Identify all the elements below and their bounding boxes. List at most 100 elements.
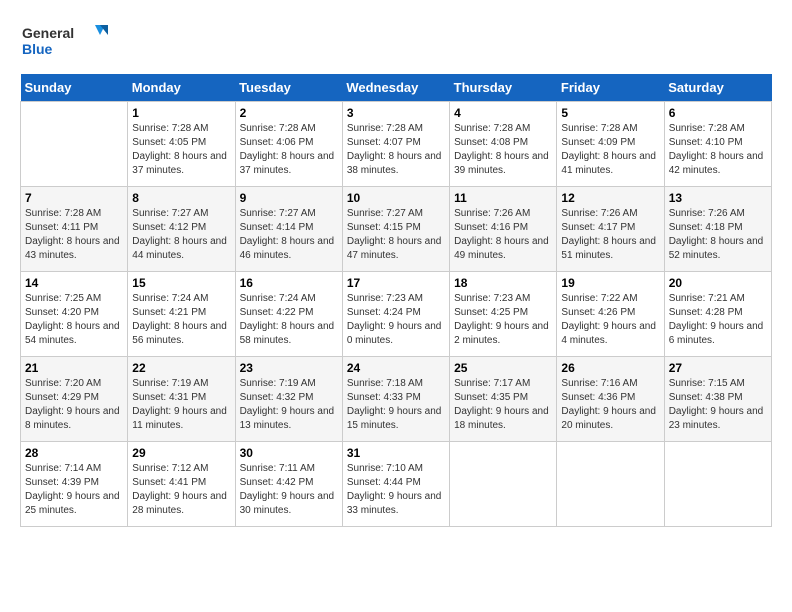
day-info: Sunrise: 7:15 AMSunset: 4:38 PMDaylight:…	[669, 377, 767, 433]
day-cell: 8 Sunrise: 7:27 AMSunset: 4:12 PMDaylight…	[128, 187, 235, 272]
day-info: Sunrise: 7:28 AMSunset: 4:05 PMDaylight:…	[132, 122, 230, 178]
day-number: 2	[240, 106, 338, 120]
header-row: SundayMondayTuesdayWednesdayThursdayFrid…	[21, 74, 772, 102]
day-info: Sunrise: 7:10 AMSunset: 4:44 PMDaylight:…	[347, 462, 445, 518]
day-info: Sunrise: 7:28 AMSunset: 4:09 PMDaylight:…	[561, 122, 659, 178]
day-cell: 20 Sunrise: 7:21 AMSunset: 4:28 PMDayligh…	[664, 272, 771, 357]
day-info: Sunrise: 7:14 AMSunset: 4:39 PMDaylight:…	[25, 462, 123, 518]
day-info: Sunrise: 7:28 AMSunset: 4:06 PMDaylight:…	[240, 122, 338, 178]
day-number: 13	[669, 191, 767, 205]
day-cell: 16 Sunrise: 7:24 AMSunset: 4:22 PMDayligh…	[235, 272, 342, 357]
day-cell: 1 Sunrise: 7:28 AMSunset: 4:05 PMDaylight…	[128, 102, 235, 187]
day-cell	[557, 442, 664, 527]
day-number: 26	[561, 361, 659, 375]
day-cell	[450, 442, 557, 527]
day-number: 19	[561, 276, 659, 290]
day-info: Sunrise: 7:24 AMSunset: 4:22 PMDaylight:…	[240, 292, 338, 348]
logo: General Blue	[20, 20, 110, 64]
day-cell: 12 Sunrise: 7:26 AMSunset: 4:17 PMDayligh…	[557, 187, 664, 272]
day-info: Sunrise: 7:23 AMSunset: 4:24 PMDaylight:…	[347, 292, 445, 348]
day-cell: 29 Sunrise: 7:12 AMSunset: 4:41 PMDayligh…	[128, 442, 235, 527]
day-cell: 23Sunrise: 7:19 AMSunset: 4:32 PMDayligh…	[235, 357, 342, 442]
day-cell: 6 Sunrise: 7:28 AMSunset: 4:10 PMDaylight…	[664, 102, 771, 187]
week-row-1: 1 Sunrise: 7:28 AMSunset: 4:05 PMDaylight…	[21, 102, 772, 187]
week-row-3: 14 Sunrise: 7:25 AMSunset: 4:20 PMDayligh…	[21, 272, 772, 357]
day-number: 9	[240, 191, 338, 205]
day-cell: 30 Sunrise: 7:11 AMSunset: 4:42 PMDayligh…	[235, 442, 342, 527]
day-cell: 7 Sunrise: 7:28 AMSunset: 4:11 PMDaylight…	[21, 187, 128, 272]
col-header-friday: Friday	[557, 74, 664, 102]
day-info: Sunrise: 7:18 AMSunset: 4:33 PMDaylight:…	[347, 377, 445, 433]
day-cell: 25 Sunrise: 7:17 AMSunset: 4:35 PMDayligh…	[450, 357, 557, 442]
day-number: 11	[454, 191, 552, 205]
day-cell: 26 Sunrise: 7:16 AMSunset: 4:36 PMDayligh…	[557, 357, 664, 442]
day-number: 7	[25, 191, 123, 205]
day-number: 30	[240, 446, 338, 460]
day-number: 4	[454, 106, 552, 120]
col-header-tuesday: Tuesday	[235, 74, 342, 102]
day-info: Sunrise: 7:11 AMSunset: 4:42 PMDaylight:…	[240, 462, 338, 518]
day-cell: 18Sunrise: 7:23 AMSunset: 4:25 PMDayligh…	[450, 272, 557, 357]
day-cell: 17 Sunrise: 7:23 AMSunset: 4:24 PMDayligh…	[342, 272, 449, 357]
col-header-sunday: Sunday	[21, 74, 128, 102]
day-info: Sunrise: 7:27 AMSunset: 4:15 PMDaylight:…	[347, 207, 445, 263]
day-number: 10	[347, 191, 445, 205]
day-number: 6	[669, 106, 767, 120]
day-number: 16	[240, 276, 338, 290]
day-cell: 27Sunrise: 7:15 AMSunset: 4:38 PMDayligh…	[664, 357, 771, 442]
calendar-table: SundayMondayTuesdayWednesdayThursdayFrid…	[20, 74, 772, 527]
day-number: 17	[347, 276, 445, 290]
week-row-5: 28 Sunrise: 7:14 AMSunset: 4:39 PMDayligh…	[21, 442, 772, 527]
day-number: 20	[669, 276, 767, 290]
logo-svg: General Blue	[20, 20, 110, 64]
day-number: 14	[25, 276, 123, 290]
day-cell: 2 Sunrise: 7:28 AMSunset: 4:06 PMDaylight…	[235, 102, 342, 187]
day-cell: 31 Sunrise: 7:10 AMSunset: 4:44 PMDayligh…	[342, 442, 449, 527]
day-cell: 22 Sunrise: 7:19 AMSunset: 4:31 PMDayligh…	[128, 357, 235, 442]
day-number: 22	[132, 361, 230, 375]
day-info: Sunrise: 7:17 AMSunset: 4:35 PMDaylight:…	[454, 377, 552, 433]
day-cell: 9Sunrise: 7:27 AMSunset: 4:14 PMDaylight…	[235, 187, 342, 272]
day-cell: 14 Sunrise: 7:25 AMSunset: 4:20 PMDayligh…	[21, 272, 128, 357]
day-info: Sunrise: 7:20 AMSunset: 4:29 PMDaylight:…	[25, 377, 123, 433]
page-header: General Blue	[20, 20, 772, 64]
day-number: 8	[132, 191, 230, 205]
day-number: 28	[25, 446, 123, 460]
day-cell: 28 Sunrise: 7:14 AMSunset: 4:39 PMDayligh…	[21, 442, 128, 527]
col-header-saturday: Saturday	[664, 74, 771, 102]
day-cell	[21, 102, 128, 187]
day-info: Sunrise: 7:12 AMSunset: 4:41 PMDaylight:…	[132, 462, 230, 518]
day-number: 24	[347, 361, 445, 375]
day-number: 12	[561, 191, 659, 205]
day-info: Sunrise: 7:26 AMSunset: 4:18 PMDaylight:…	[669, 207, 767, 263]
day-cell: 3Sunrise: 7:28 AMSunset: 4:07 PMDaylight…	[342, 102, 449, 187]
day-cell: 15Sunrise: 7:24 AMSunset: 4:21 PMDayligh…	[128, 272, 235, 357]
day-info: Sunrise: 7:26 AMSunset: 4:16 PMDaylight:…	[454, 207, 552, 263]
day-info: Sunrise: 7:21 AMSunset: 4:28 PMDaylight:…	[669, 292, 767, 348]
day-cell: 10 Sunrise: 7:27 AMSunset: 4:15 PMDayligh…	[342, 187, 449, 272]
day-info: Sunrise: 7:19 AMSunset: 4:31 PMDaylight:…	[132, 377, 230, 433]
col-header-thursday: Thursday	[450, 74, 557, 102]
day-info: Sunrise: 7:28 AMSunset: 4:11 PMDaylight:…	[25, 207, 123, 263]
day-cell: 11 Sunrise: 7:26 AMSunset: 4:16 PMDayligh…	[450, 187, 557, 272]
day-number: 29	[132, 446, 230, 460]
day-number: 5	[561, 106, 659, 120]
day-info: Sunrise: 7:27 AMSunset: 4:12 PMDaylight:…	[132, 207, 230, 263]
week-row-2: 7 Sunrise: 7:28 AMSunset: 4:11 PMDaylight…	[21, 187, 772, 272]
day-number: 25	[454, 361, 552, 375]
day-number: 18	[454, 276, 552, 290]
day-number: 31	[347, 446, 445, 460]
day-info: Sunrise: 7:28 AMSunset: 4:10 PMDaylight:…	[669, 122, 767, 178]
day-info: Sunrise: 7:16 AMSunset: 4:36 PMDaylight:…	[561, 377, 659, 433]
day-info: Sunrise: 7:24 AMSunset: 4:21 PMDaylight:…	[132, 292, 230, 348]
col-header-monday: Monday	[128, 74, 235, 102]
day-number: 21	[25, 361, 123, 375]
day-info: Sunrise: 7:26 AMSunset: 4:17 PMDaylight:…	[561, 207, 659, 263]
day-info: Sunrise: 7:25 AMSunset: 4:20 PMDaylight:…	[25, 292, 123, 348]
day-cell: 19Sunrise: 7:22 AMSunset: 4:26 PMDayligh…	[557, 272, 664, 357]
svg-text:Blue: Blue	[22, 41, 53, 57]
day-info: Sunrise: 7:28 AMSunset: 4:08 PMDaylight:…	[454, 122, 552, 178]
day-number: 1	[132, 106, 230, 120]
col-header-wednesday: Wednesday	[342, 74, 449, 102]
day-cell: 4 Sunrise: 7:28 AMSunset: 4:08 PMDaylight…	[450, 102, 557, 187]
